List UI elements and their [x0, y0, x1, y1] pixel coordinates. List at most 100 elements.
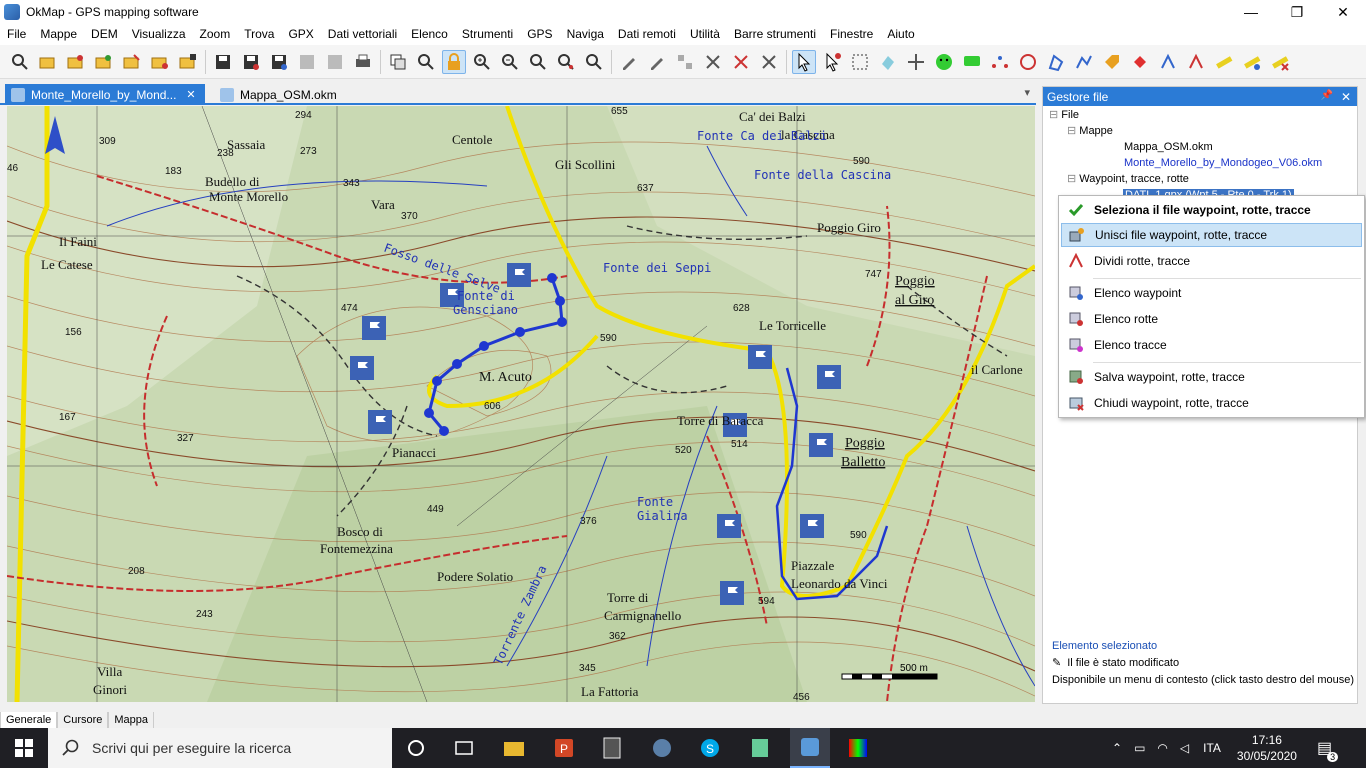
delete-route-icon[interactable]	[757, 50, 781, 74]
menu-item-save[interactable]: Salva waypoint, rotte, tracce	[1061, 365, 1362, 389]
menu-trova[interactable]: Trova	[237, 24, 281, 45]
edit-pencil-2-icon[interactable]	[645, 50, 669, 74]
menu-item-close[interactable]: Chiudi waypoint, rotte, tracce	[1061, 391, 1362, 415]
zoom-area-icon[interactable]	[526, 50, 550, 74]
minimize-button[interactable]: —	[1228, 0, 1274, 24]
tab-monte-morello[interactable]: Monte_Morello_by_Mond... ✕	[5, 84, 205, 105]
smiley-icon[interactable]	[932, 50, 956, 74]
menu-naviga[interactable]: Naviga	[560, 24, 611, 45]
wifi-icon[interactable]: ◠	[1157, 741, 1167, 755]
edit-pencil-icon[interactable]	[617, 50, 641, 74]
language-indicator[interactable]: ITA	[1203, 741, 1221, 755]
save-disabled-2-icon[interactable]	[323, 50, 347, 74]
panel-close-icon[interactable]: ✕	[1341, 90, 1351, 104]
menu-item-track-list[interactable]: Elenco tracce	[1061, 333, 1362, 357]
menu-dem[interactable]: DEM	[84, 24, 125, 45]
route-tool-icon[interactable]	[1184, 50, 1208, 74]
menu-file[interactable]: File	[0, 24, 33, 45]
open-folder-dem-icon[interactable]	[64, 50, 88, 74]
task-view-icon[interactable]	[452, 736, 476, 760]
tag-icon[interactable]	[1100, 50, 1124, 74]
okmap-taskbar-icon[interactable]	[790, 728, 830, 768]
route-circle-icon[interactable]	[1016, 50, 1040, 74]
open-folder-remote-icon[interactable]	[148, 50, 172, 74]
add-point-icon[interactable]	[820, 50, 844, 74]
select-area-icon[interactable]	[848, 50, 872, 74]
menu-strumenti[interactable]: Strumenti	[455, 24, 520, 45]
marker-icon[interactable]	[1128, 50, 1152, 74]
color-app-icon[interactable]	[846, 736, 870, 760]
delete-track-icon[interactable]	[729, 50, 753, 74]
zoom-out-icon[interactable]	[498, 50, 522, 74]
file-explorer-icon[interactable]	[502, 736, 526, 760]
zoom-icon[interactable]	[414, 50, 438, 74]
tree-node-map-osm[interactable]: Mappa_OSM.okm	[1049, 139, 1322, 155]
map-canvas[interactable]: Sassaia Centole Gli Scollini Ca' dei Bal…	[7, 106, 1035, 702]
delete-point-icon[interactable]	[701, 50, 725, 74]
layers-icon[interactable]	[386, 50, 410, 74]
tree-node-file[interactable]: ⊟ File	[1049, 107, 1322, 123]
select-arrow-icon[interactable]	[792, 49, 816, 74]
volume-icon[interactable]: ◁	[1180, 741, 1189, 755]
measure-area-icon[interactable]	[1240, 50, 1264, 74]
cortana-icon[interactable]	[404, 736, 428, 760]
zoom-in-icon[interactable]	[470, 50, 494, 74]
tree-node-map-monte-morello[interactable]: Monte_Morello_by_Mondogeo_V06.okm	[1049, 155, 1322, 171]
tab-list-dropdown-icon[interactable]: ▾	[1024, 86, 1030, 99]
open-folder-icon[interactable]	[36, 50, 60, 74]
menu-visualizza[interactable]: Visualizza	[125, 24, 193, 45]
grid-icon[interactable]	[673, 50, 697, 74]
menu-barre-strumenti[interactable]: Barre strumenti	[727, 24, 823, 45]
track-tool-icon[interactable]	[1156, 50, 1180, 74]
tree-node-maps[interactable]: ⊟ Mappe	[1049, 123, 1322, 139]
zoom-one-to-one-icon[interactable]	[582, 50, 606, 74]
open-folder-data-icon[interactable]	[176, 50, 200, 74]
measure-clear-icon[interactable]	[1268, 50, 1292, 74]
menu-mappe[interactable]: Mappe	[33, 24, 84, 45]
maximize-button[interactable]: ❐	[1274, 0, 1320, 24]
powerpoint-icon[interactable]: P	[552, 736, 576, 760]
tree-node-waypoints[interactable]: ⊟ Waypoint, tracce, rotte	[1049, 171, 1322, 187]
menu-elenco[interactable]: Elenco	[404, 24, 455, 45]
measure-icon[interactable]	[1212, 50, 1236, 74]
waypoints-icon[interactable]	[988, 50, 1012, 74]
close-button[interactable]: ✕	[1320, 0, 1366, 24]
save-disabled-icon[interactable]	[295, 50, 319, 74]
menu-item-route-list[interactable]: Elenco rotte	[1061, 307, 1362, 331]
notepad-icon[interactable]	[748, 736, 772, 760]
save-all-icon[interactable]	[267, 50, 291, 74]
menu-item-merge-files[interactable]: Unisci file waypoint, rotte, tracce	[1061, 223, 1362, 247]
move-icon[interactable]	[904, 50, 928, 74]
save-icon[interactable]	[211, 50, 235, 74]
show-hidden-icons-icon[interactable]: ⌃	[1112, 741, 1122, 755]
open-folder-vector-icon[interactable]	[92, 50, 116, 74]
menu-item-split[interactable]: Dividi rotte, tracce	[1061, 249, 1362, 273]
menu-aiuto[interactable]: Aiuto	[880, 24, 921, 45]
menu-dati-remoti[interactable]: Dati remoti	[611, 24, 683, 45]
menu-gpx[interactable]: GPX	[281, 24, 320, 45]
tab-close-icon[interactable]: ✕	[186, 88, 195, 101]
start-button[interactable]	[0, 728, 48, 768]
print-icon[interactable]	[351, 50, 375, 74]
message-icon[interactable]	[960, 50, 984, 74]
tab-mappa-osm[interactable]: Mappa_OSM.okm	[214, 84, 374, 105]
menu-item-select-file[interactable]: Seleziona il file waypoint, rotte, tracc…	[1061, 198, 1362, 222]
skype-icon[interactable]: S	[698, 736, 722, 760]
steam-icon[interactable]	[650, 736, 674, 760]
open-map-icon[interactable]	[8, 50, 32, 74]
save-as-icon[interactable]	[239, 50, 263, 74]
menu-item-waypoint-list[interactable]: Elenco waypoint	[1061, 281, 1362, 305]
zoom-scale-icon[interactable]	[554, 50, 578, 74]
menu-zoom[interactable]: Zoom	[193, 24, 238, 45]
lock-icon[interactable]	[442, 49, 466, 74]
notification-center-icon[interactable]: ▤ 3	[1317, 738, 1339, 762]
calculator-icon[interactable]	[600, 736, 624, 760]
menu-utilita[interactable]: Utilità	[683, 24, 727, 45]
menu-finestre[interactable]: Finestre	[823, 24, 880, 45]
pin-icon[interactable]: 📌	[1320, 90, 1332, 104]
open-folder-gpx-icon[interactable]	[120, 50, 144, 74]
polygon-icon[interactable]	[1044, 50, 1068, 74]
menu-dati-vettoriali[interactable]: Dati vettoriali	[321, 24, 404, 45]
eraser-icon[interactable]	[876, 50, 900, 74]
clock[interactable]: 17:16 30/05/2020	[1237, 732, 1297, 764]
